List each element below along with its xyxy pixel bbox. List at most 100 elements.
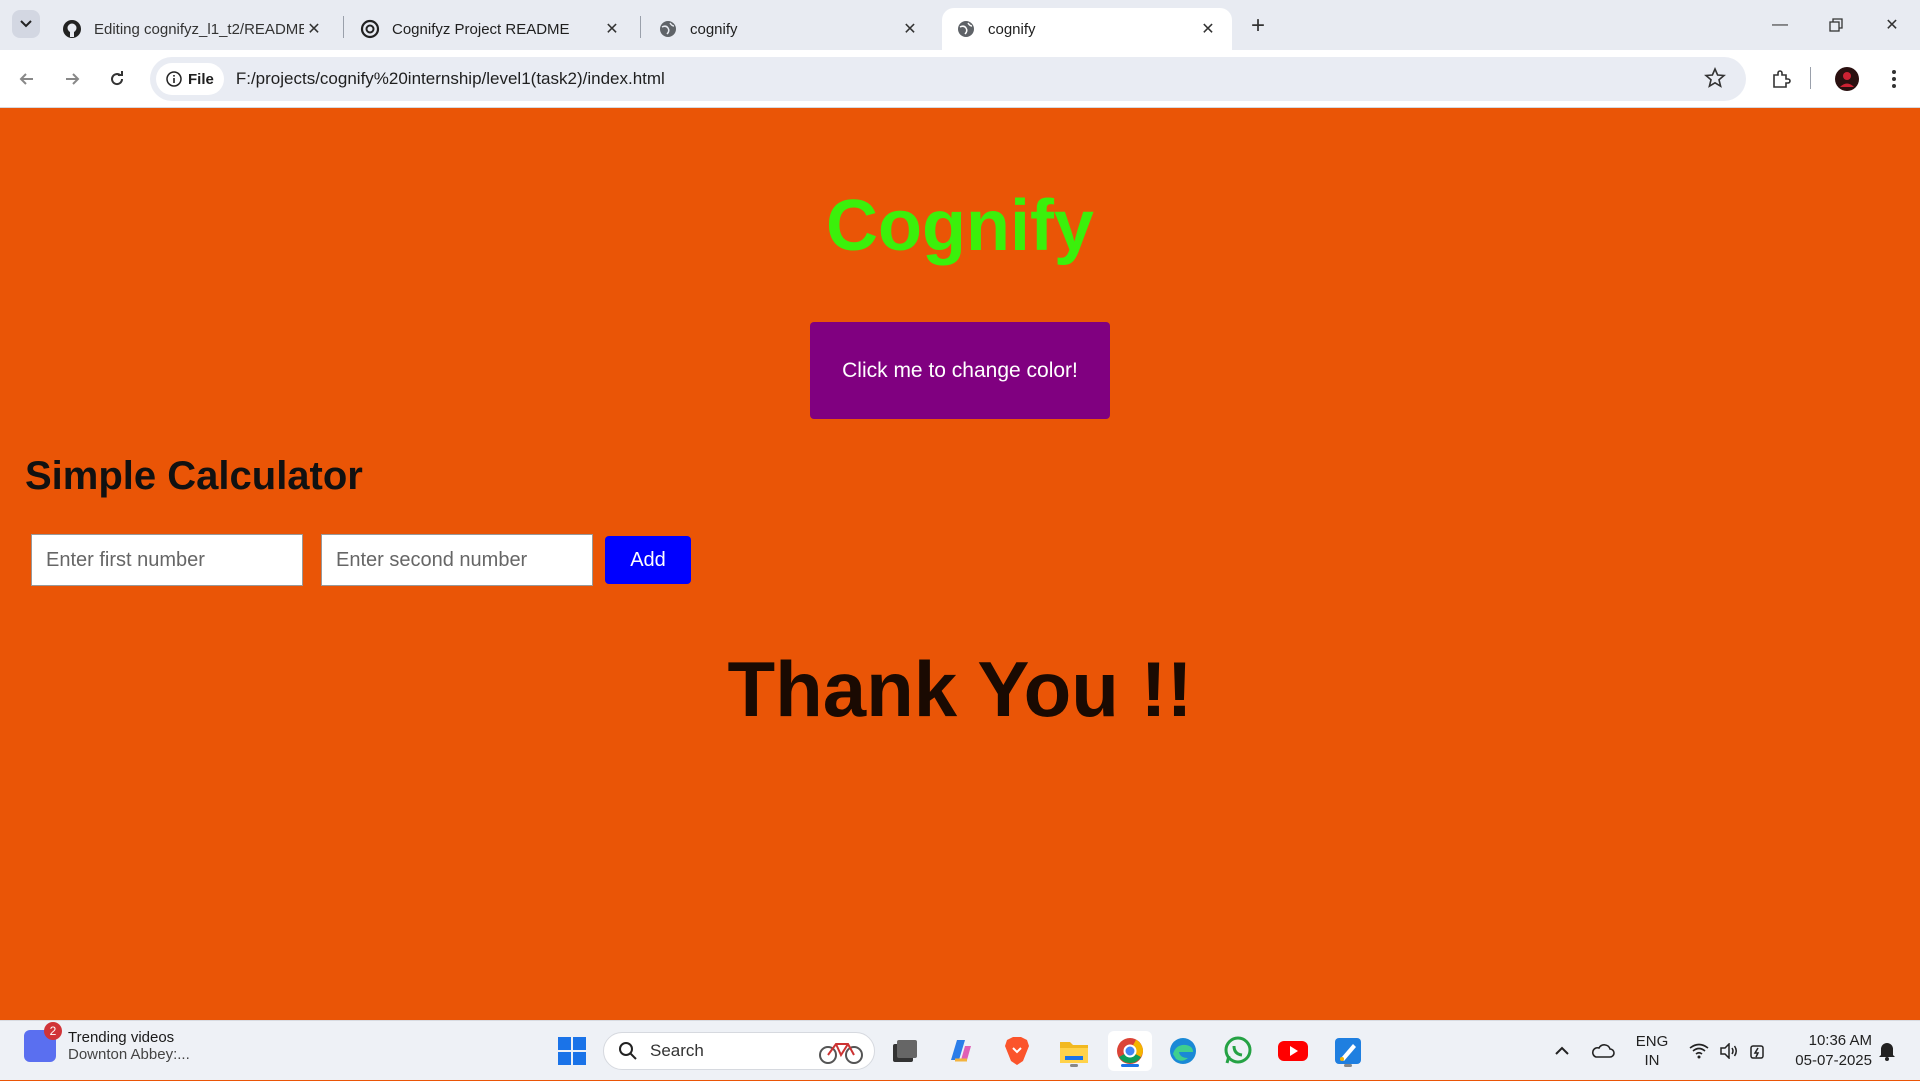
chevron-up-icon: [1555, 1046, 1569, 1055]
clock-time: 10:36 AM: [1808, 1032, 1872, 1049]
github-icon: [62, 19, 82, 39]
toolbar-divider: [1810, 67, 1811, 89]
windows-icon: [558, 1037, 586, 1065]
tab-search-button[interactable]: [12, 10, 40, 38]
youtube-icon: [1278, 1041, 1308, 1061]
url-text[interactable]: F:/projects/cognify%20internship/level1(…: [236, 69, 665, 89]
minimize-icon: —: [1772, 16, 1788, 33]
running-indicator: [1070, 1064, 1078, 1067]
notification-badge: 2: [44, 1022, 62, 1040]
tab-cognify[interactable]: cognify ✕: [644, 8, 934, 50]
arrow-right-icon: [66, 73, 80, 85]
avatar-icon: [1835, 67, 1859, 91]
thank-you-heading: Thank You !!: [727, 645, 1193, 733]
whatsapp-icon: [1224, 1036, 1252, 1064]
window-controls: — ✕: [1752, 0, 1920, 50]
copilot-icon: [951, 1040, 971, 1062]
clock-date: 05-07-2025: [1795, 1052, 1872, 1069]
minimize-button[interactable]: —: [1752, 0, 1808, 50]
widgets-button[interactable]: 2 Trending videos Downton Abbey:...: [24, 1022, 190, 1063]
arrow-left-icon: [19, 73, 33, 85]
start-button[interactable]: [552, 1031, 592, 1071]
new-tab-button[interactable]: +: [1244, 12, 1272, 40]
site-info-chip[interactable]: File: [156, 63, 224, 95]
tab-divider: [343, 16, 344, 38]
youtube-app[interactable]: [1273, 1031, 1313, 1071]
task-view-icon: [893, 1040, 917, 1062]
cloud-icon: [1592, 1044, 1615, 1058]
clock[interactable]: 10:36 AM 05-07-2025: [1780, 1021, 1872, 1081]
language-indicator[interactable]: ENG IN: [1632, 1021, 1672, 1081]
reload-icon: [111, 71, 124, 86]
restore-icon: [1829, 18, 1843, 32]
forward-button[interactable]: [54, 61, 90, 97]
taskbar: 2 Trending videos Downton Abbey:... Sear…: [0, 1020, 1920, 1080]
active-indicator: [1121, 1064, 1139, 1067]
chip-label: File: [188, 70, 214, 88]
tab-label: Cognifyz Project README: [392, 20, 570, 38]
tab-cognify-active[interactable]: cognify ✕: [942, 8, 1232, 50]
region-code: IN: [1644, 1052, 1660, 1069]
brave-app[interactable]: [997, 1031, 1037, 1071]
edge-app[interactable]: [1163, 1031, 1203, 1071]
globe-icon: [956, 19, 976, 39]
widgets-icon: 2: [24, 1022, 62, 1062]
quick-settings[interactable]: [1684, 1021, 1774, 1081]
openai-icon: [360, 19, 380, 39]
search-label: Search: [650, 1041, 704, 1060]
tab-cognifyz-project-readme[interactable]: Cognifyz Project README ✕: [346, 8, 636, 50]
task-view-button[interactable]: [885, 1031, 925, 1071]
restore-button[interactable]: [1808, 0, 1864, 50]
chevron-down-icon: [20, 20, 32, 28]
puzzle-icon: [1773, 70, 1791, 88]
taskbar-search[interactable]: Search: [603, 1032, 875, 1070]
widget-title: Trending videos: [68, 1029, 175, 1046]
calculator-heading: Simple Calculator: [25, 454, 363, 498]
onedrive-tray[interactable]: [1588, 1021, 1618, 1081]
page-title: Cognify: [826, 186, 1094, 266]
tab-divider: [640, 16, 641, 38]
folder-icon: [1060, 1042, 1088, 1063]
close-icon[interactable]: ✕: [900, 19, 920, 39]
whatsapp-app[interactable]: [1218, 1031, 1258, 1071]
change-color-button[interactable]: Click me to change color!: [810, 322, 1110, 419]
globe-icon: [658, 19, 678, 39]
close-window-button[interactable]: ✕: [1864, 0, 1920, 50]
second-number-input[interactable]: [321, 534, 593, 586]
tab-bar: Editing cognifyz_l1_t2/README ✕ Cognifyz…: [0, 0, 1920, 50]
browser-toolbar: File F:/projects/cognify%20internship/le…: [0, 50, 1920, 108]
close-icon[interactable]: ✕: [602, 19, 622, 39]
file-explorer-app[interactable]: [1054, 1031, 1094, 1071]
back-button[interactable]: [9, 61, 45, 97]
chrome-icon: [1117, 1038, 1143, 1064]
close-icon[interactable]: ✕: [1198, 19, 1218, 39]
add-button[interactable]: Add: [605, 536, 691, 584]
show-hidden-icons-button[interactable]: [1548, 1021, 1576, 1081]
plus-icon: +: [1250, 12, 1265, 39]
address-bar[interactable]: File F:/projects/cognify%20internship/le…: [150, 57, 1746, 101]
paint-app[interactable]: [1328, 1031, 1368, 1071]
first-number-input[interactable]: [31, 534, 303, 586]
browser-chrome: Editing cognifyz_l1_t2/README ✕ Cognifyz…: [0, 0, 1920, 108]
wifi-icon: [1689, 1043, 1709, 1059]
close-icon: ✕: [1885, 17, 1899, 34]
reload-button[interactable]: [99, 61, 135, 97]
extensions-button[interactable]: [1765, 63, 1797, 95]
tab-editing-readme[interactable]: Editing cognifyz_l1_t2/README ✕: [48, 8, 338, 50]
volume-icon: [1720, 1043, 1737, 1059]
search-icon: [619, 1042, 637, 1060]
profile-avatar[interactable]: [1831, 63, 1863, 95]
close-icon[interactable]: ✕: [304, 19, 324, 39]
tab-label: cognify: [988, 20, 1036, 38]
tab-label: cognify: [690, 20, 738, 38]
bookmark-star-icon[interactable]: [1704, 66, 1728, 91]
notifications-button[interactable]: [1872, 1021, 1902, 1081]
more-vertical-icon: [1892, 70, 1896, 88]
chrome-app[interactable]: [1108, 1031, 1152, 1071]
bell-icon: [1879, 1043, 1895, 1061]
info-icon: [166, 71, 182, 87]
bicycle-icon: [819, 1043, 863, 1064]
copilot-app[interactable]: [940, 1031, 980, 1071]
browser-menu-button[interactable]: [1878, 63, 1910, 95]
paint-icon: [1335, 1038, 1361, 1064]
